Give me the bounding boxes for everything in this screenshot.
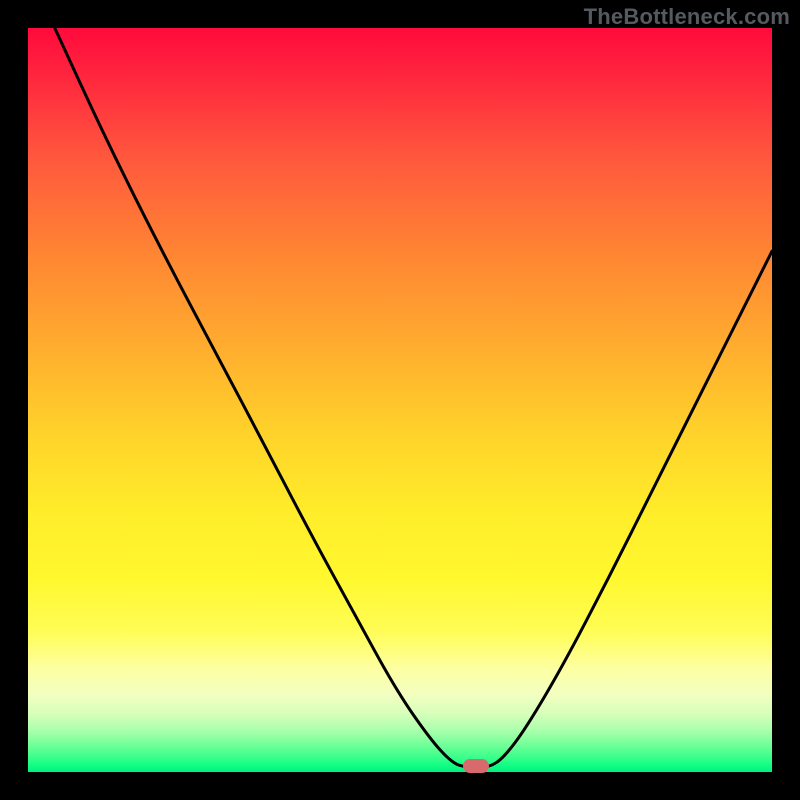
plot-area <box>28 28 772 772</box>
watermark-text: TheBottleneck.com <box>584 4 790 30</box>
curve-svg <box>28 28 772 772</box>
optimum-marker <box>463 759 489 773</box>
chart-container: TheBottleneck.com <box>0 0 800 800</box>
curve-path <box>55 28 772 768</box>
